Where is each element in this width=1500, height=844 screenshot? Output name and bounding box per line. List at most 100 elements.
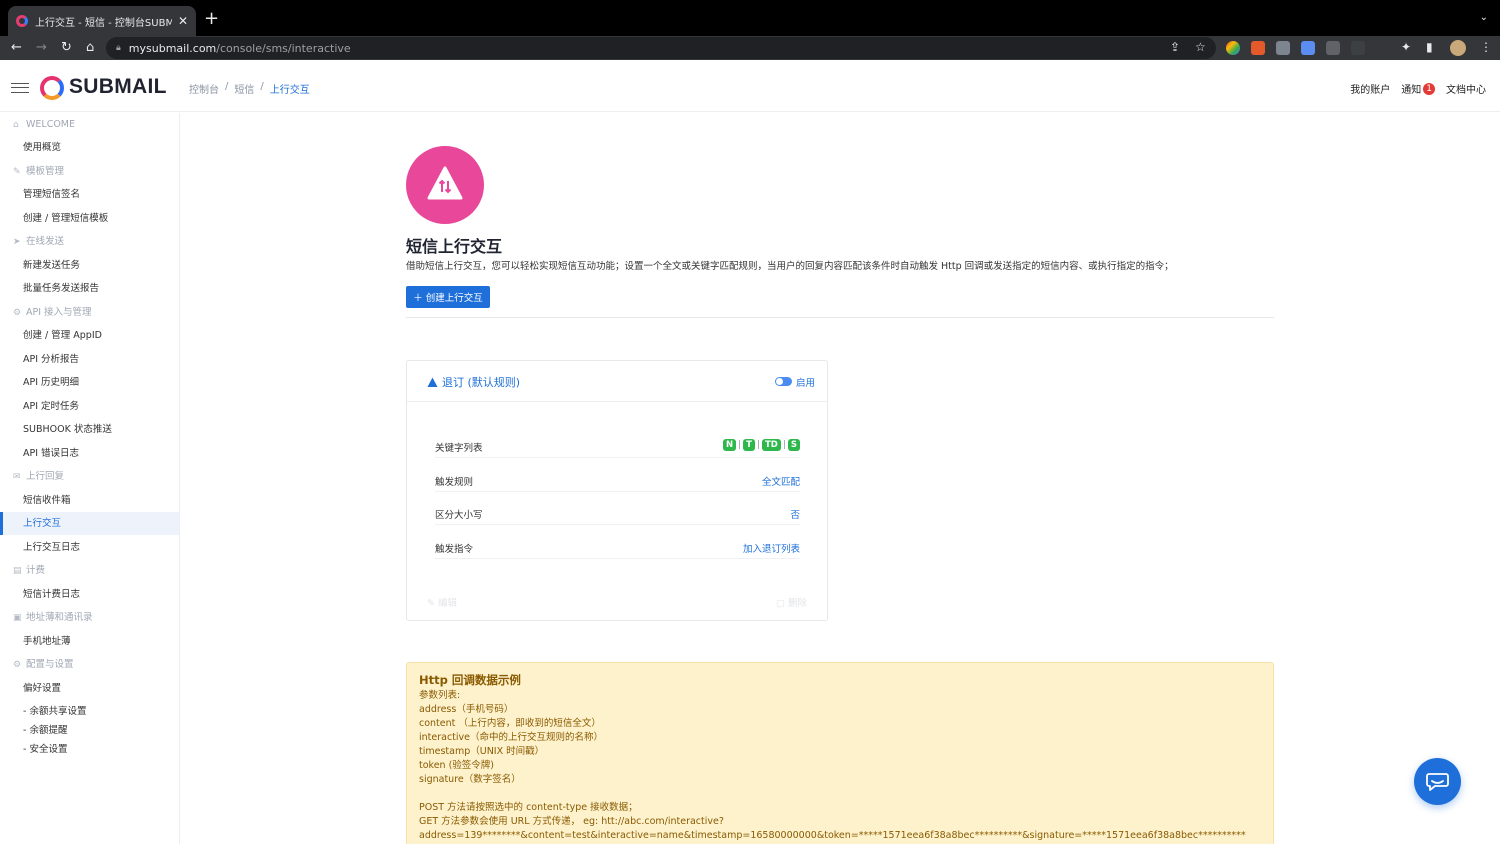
settings-icon: ⚙ <box>13 660 22 670</box>
callback-line: interactive（命中的上行交互规则的名称） <box>419 732 604 743</box>
trigger-rule-label: 触发规则 <box>435 477 474 488</box>
rule-card: 退订 (默认规则) 启用 关键字列表 N | T | TD | S 触发规则 全文匹配… <box>406 360 828 621</box>
logo-text[interactable]: SUBMAIL <box>69 75 167 99</box>
sidebar-item-interactive[interactable]: 上行交互 <box>0 512 179 535</box>
app-header: SUBMAIL 控制台 / 短信 / 上行交互 我的账户 通知 1 文档中心 <box>0 62 1500 112</box>
api-icon: ⚙ <box>13 308 22 318</box>
sidebar-item-billing-log[interactable]: 短信计费日志 <box>0 583 179 606</box>
sidebar-item-signatures[interactable]: 管理短信签名 <box>0 183 179 206</box>
sidebar-group-api: ⚙ API 接入与管理 <box>0 301 179 324</box>
sidebar-item-inbox[interactable]: 短信收件箱 <box>0 489 179 512</box>
sidebar-group-replies: ✉ 上行回复 <box>0 465 179 488</box>
tab-search-icon[interactable]: ⌄ <box>1480 12 1488 23</box>
browser-tab-bar: 上行交互 - 短信 - 控制台SUBMAIL ✕ + ⌄ <box>0 0 1500 36</box>
sidebar-item-templates[interactable]: 创建 / 管理短信模板 <box>0 207 179 230</box>
trash-icon: ▢ <box>775 598 788 609</box>
reload-icon[interactable]: ↻ <box>61 39 72 57</box>
browser-tab[interactable]: 上行交互 - 短信 - 控制台SUBMAIL ✕ <box>8 6 196 36</box>
home-icon[interactable]: ⌂ <box>86 39 94 57</box>
divider <box>406 317 1274 318</box>
breadcrumb-sms[interactable]: 短信 <box>234 81 254 96</box>
create-interactive-label: 创建上行交互 <box>425 293 483 304</box>
edit-rule-button[interactable]: ✎ 编辑 <box>427 595 457 609</box>
keyword-badge: TD <box>761 439 781 451</box>
edit-rule-label: 编辑 <box>437 598 457 609</box>
browser-toolbar: ← → ↻ ⌂ 🔒︎ mysubmail.com /console/sms/in… <box>0 36 1500 60</box>
extension-capture-icon[interactable] <box>1351 41 1365 55</box>
sidebar-item-api-errors[interactable]: API 错误日志 <box>0 442 179 465</box>
keyword-separator: | <box>782 440 786 450</box>
extension-color-icon[interactable] <box>1226 41 1240 55</box>
my-account-link[interactable]: 我的账户 <box>1350 81 1390 96</box>
keywords-row: 关键字列表 N | T | TD | S <box>435 439 800 458</box>
trigger-rule-value: 全文匹配 <box>761 477 800 488</box>
extension-fox-icon[interactable] <box>1251 41 1265 55</box>
sidebar: ⌂ WELCOME 使用概览 ✎ 模板管理 管理短信签名 创建 / 管理短信模板 ➤… <box>0 113 180 844</box>
breadcrumb-console[interactable]: 控制台 <box>189 81 219 96</box>
profile-avatar[interactable] <box>1450 40 1466 56</box>
inbox-icon: ✉ <box>13 472 21 482</box>
delete-rule-button[interactable]: ▢ 删除 <box>776 595 807 609</box>
callback-line: POST 方法请按照选中的 content-type 接收数据； <box>419 802 638 813</box>
plus-icon: ＋ <box>413 293 423 304</box>
home-icon: ⌂ <box>13 120 19 130</box>
address-bar[interactable]: 🔒︎ mysubmail.com /console/sms/interactiv… <box>106 37 1216 59</box>
lock-icon: 🔒︎ <box>116 43 121 53</box>
pencil-icon: ✎ <box>427 598 438 609</box>
extension-reader-icon[interactable] <box>1326 41 1340 55</box>
sidebar-item-subhook[interactable]: SUBHOOK 状态推送 <box>0 418 179 441</box>
menu-hamburger-icon[interactable] <box>11 83 29 93</box>
rule-card-header: 退订 (默认规则) 启用 <box>407 361 827 402</box>
delete-rule-label: 删除 <box>787 598 807 609</box>
sidebar-item-api-analysis[interactable]: API 分析报告 <box>0 348 179 371</box>
sidebar-item-interactive-log[interactable]: 上行交互日志 <box>0 536 179 559</box>
page-description: 借助短信上行交互，您可以轻松实现短信互动功能；设置一个全文或关键字匹配规则，当用… <box>406 261 1174 272</box>
create-interactive-button[interactable]: ＋ 创建上行交互 <box>406 286 490 308</box>
side-panel-icon[interactable]: ▮ <box>1426 40 1433 54</box>
chat-bubble-icon <box>1426 773 1449 791</box>
close-tab-icon[interactable]: ✕ <box>178 14 188 28</box>
sidebar-group-settings: ⚙ 配置与设置 <box>0 653 179 676</box>
addressbook-icon: ▣ <box>13 613 22 623</box>
sidebar-item-new-task[interactable]: 新建发送任务 <box>0 254 179 277</box>
new-tab-button[interactable]: + <box>204 10 219 28</box>
forward-icon[interactable]: → <box>36 39 47 57</box>
sidebar-item-appid[interactable]: 创建 / 管理 AppID <box>0 324 179 347</box>
trigger-command-label: 触发指令 <box>435 544 474 555</box>
trigger-command-value: 加入退订列表 <box>742 544 800 555</box>
keywords-label: 关键字列表 <box>435 443 483 454</box>
chat-support-button[interactable] <box>1414 758 1461 805</box>
sidebar-item-preferences[interactable]: 偏好设置 <box>0 677 179 700</box>
notice-link[interactable]: 通知 1 <box>1401 81 1435 96</box>
sidebar-item-batch-report[interactable]: 批量任务发送报告 <box>0 277 179 300</box>
breadcrumb-separator: / <box>225 81 229 92</box>
callback-line: timestamp（UNIX 时间戳） <box>419 746 545 757</box>
receipt-icon: ▤ <box>13 566 22 576</box>
sidebar-group-billing: ▤ 计费 <box>0 559 179 582</box>
sidebar-group-addressbook: ▣ 地址薄和通讯录 <box>0 606 179 629</box>
extension-translate-icon[interactable] <box>1301 41 1315 55</box>
browser-menu-icon[interactable]: ⋮ <box>1480 40 1492 54</box>
sidebar-group-online-send: ➤ 在线发送 <box>0 230 179 253</box>
submail-logo-icon[interactable] <box>40 76 64 100</box>
sidebar-item-api-scheduled[interactable]: API 定时任务 <box>0 395 179 418</box>
share-icon[interactable]: ⇪ <box>1170 40 1180 54</box>
rule-title[interactable]: 退订 (默认规则) <box>427 374 520 390</box>
url-host: mysubmail.com <box>128 41 217 55</box>
sidebar-item-phone-book[interactable]: 手机地址薄 <box>0 630 179 653</box>
sidebar-item-overview[interactable]: 使用概览 <box>0 136 179 159</box>
back-icon[interactable]: ← <box>11 39 22 57</box>
keyword-badge: T <box>743 439 755 451</box>
extension-glasses-icon[interactable] <box>1276 41 1290 55</box>
docs-center-link[interactable]: 文档中心 <box>1446 81 1486 96</box>
sidebar-item-api-history[interactable]: API 历史明细 <box>0 371 179 394</box>
callback-line: 参数列表: <box>419 690 461 701</box>
bookmark-star-icon[interactable]: ☆ <box>1195 40 1206 54</box>
http-callback-example: Http 回调数据示例 参数列表: address（手机号码） content … <box>406 662 1274 844</box>
rule-title-label: 退订 (默认规则) <box>442 376 521 389</box>
page-title: 短信上行交互 <box>406 237 503 256</box>
extensions-puzzle-icon[interactable]: ✦ <box>1401 40 1411 54</box>
sidebar-item-security[interactable]: - 安全设置 <box>0 738 179 761</box>
enable-toggle[interactable] <box>775 377 792 386</box>
callback-line: token (验签令牌) <box>419 760 494 771</box>
